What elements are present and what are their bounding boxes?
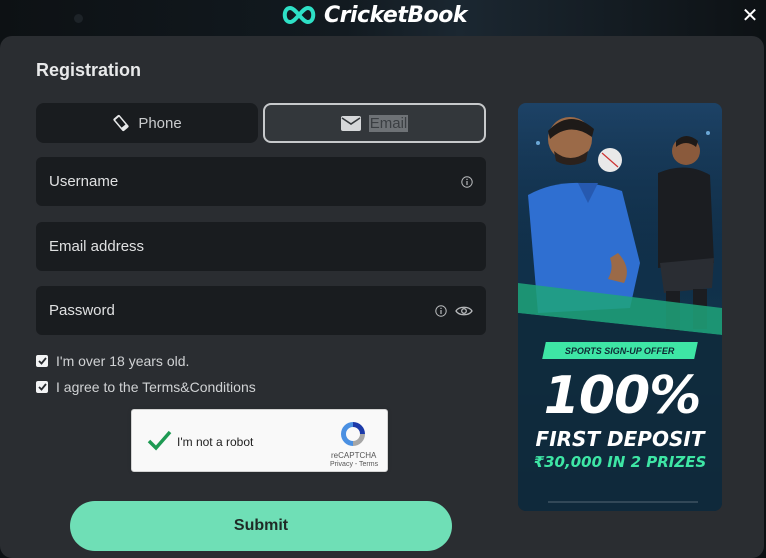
email-input[interactable] bbox=[49, 238, 473, 255]
recaptcha-widget: I'm not a robot reCAPTCHA Privacy - Term… bbox=[131, 409, 388, 472]
phone-icon bbox=[113, 114, 129, 132]
promo-prize: ₹30,000 IN 2 PRIZES bbox=[533, 453, 707, 471]
captcha-label: I'm not a robot bbox=[177, 435, 254, 449]
info-icon[interactable] bbox=[461, 175, 473, 188]
checkmark-icon bbox=[37, 383, 47, 391]
registration-modal: Registration Phone Email Username Email … bbox=[0, 36, 764, 558]
tab-phone[interactable]: Phone bbox=[36, 103, 258, 143]
tab-phone-label: Phone bbox=[138, 114, 182, 132]
age-confirm-row: I'm over 18 years old. bbox=[36, 353, 189, 369]
password-input[interactable] bbox=[49, 302, 435, 319]
email-field bbox=[36, 222, 486, 271]
checkmark-icon bbox=[37, 357, 47, 365]
brand-logo[interactable]: CricketBook bbox=[280, 0, 468, 30]
top-bar: CricketBook ✕ bbox=[0, 0, 766, 40]
terms-checkbox[interactable] bbox=[36, 381, 48, 393]
age-checkbox[interactable] bbox=[36, 355, 48, 367]
password-field bbox=[36, 286, 486, 335]
terms-row: I agree to the Terms&Conditions bbox=[36, 379, 256, 395]
username-field bbox=[36, 157, 486, 206]
info-icon[interactable] bbox=[435, 304, 447, 317]
recaptcha-logo-icon bbox=[341, 422, 365, 446]
decorative-dot bbox=[74, 14, 83, 23]
captcha-links[interactable]: Privacy - Terms bbox=[330, 461, 378, 468]
age-checkbox-label: I'm over 18 years old. bbox=[56, 353, 190, 369]
page-title: Registration bbox=[36, 60, 142, 80]
submit-button[interactable]: Submit bbox=[70, 501, 452, 551]
promo-subheadline: FIRST DEPOSIT bbox=[535, 427, 705, 451]
eye-icon[interactable] bbox=[455, 305, 473, 317]
captcha-brand: reCAPTCHA bbox=[331, 451, 377, 460]
close-icon[interactable]: ✕ bbox=[740, 6, 760, 26]
brand-name: CricketBook bbox=[324, 2, 468, 28]
promo-headline: 100% bbox=[543, 366, 702, 426]
envelope-icon bbox=[340, 115, 361, 131]
tab-email-label: Email bbox=[368, 114, 409, 132]
captcha-checkmark-icon[interactable] bbox=[146, 427, 172, 453]
terms-checkbox-label[interactable]: I agree to the Terms&Conditions bbox=[56, 379, 256, 395]
promo-banner[interactable]: SPORTS SIGN-UP OFFER 100% FIRST DEPOSIT … bbox=[518, 103, 722, 511]
offer-badge: SPORTS SIGN-UP OFFER bbox=[542, 342, 698, 359]
tab-email[interactable]: Email bbox=[263, 103, 486, 143]
username-input[interactable] bbox=[49, 173, 461, 190]
promo-footnote bbox=[548, 501, 698, 503]
infinity-logo-icon bbox=[282, 5, 316, 25]
offer-badge-text: SPORTS SIGN-UP OFFER bbox=[565, 345, 675, 356]
